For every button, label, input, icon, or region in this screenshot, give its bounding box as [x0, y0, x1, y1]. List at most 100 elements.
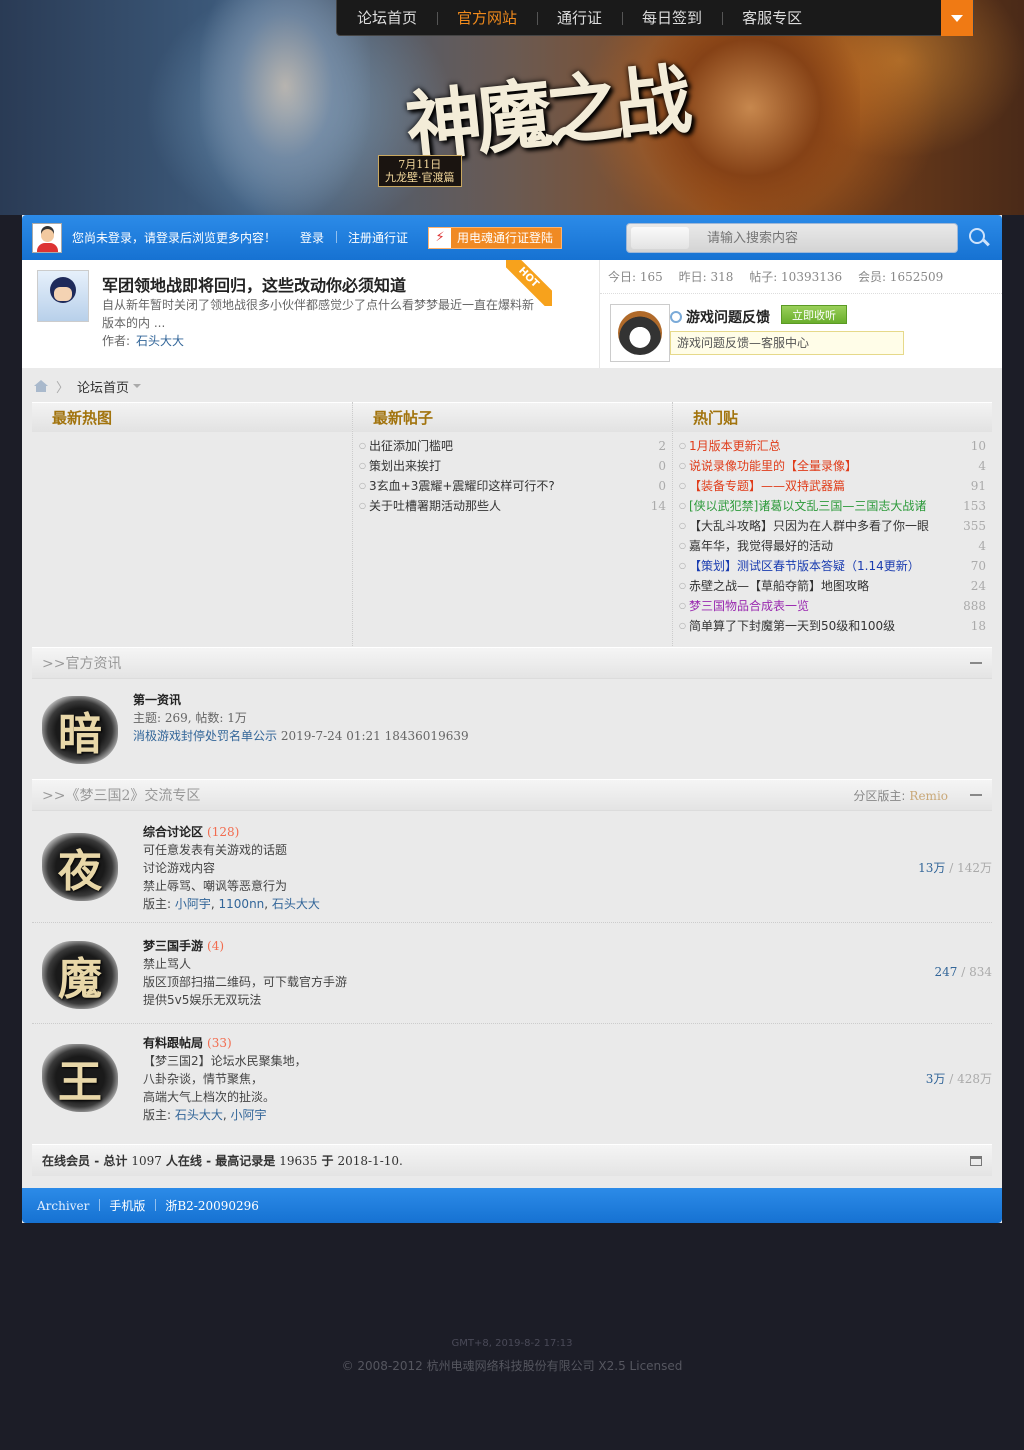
home-icon[interactable] — [34, 380, 48, 392]
post-list-item[interactable]: ○ 关于吐槽署期活动那些人 14 — [359, 496, 666, 516]
hot-post-title[interactable]: 军团领地战即将回归，这些改动你必须知道 — [102, 272, 406, 296]
moderator-link[interactable]: Remio — [909, 789, 948, 803]
online-total-label: - 总计 — [94, 1154, 128, 1168]
post-list-item[interactable]: ○ 【大乱斗攻略】只因为在人群中多看了你一眼 355 — [679, 516, 986, 536]
online-label[interactable]: 在线会员 — [42, 1152, 90, 1169]
post-list-item[interactable]: ○ 简单算了下封魔第一天到50级和100级 18 — [679, 616, 986, 636]
moderator-link[interactable]: 石头大大 — [272, 897, 320, 911]
post-title-link[interactable]: 3玄血+3震耀+震耀印这样可行不? — [369, 476, 626, 496]
breadcrumb-forum-home[interactable]: 论坛首页 — [77, 377, 129, 396]
post-title-link[interactable]: 【大乱斗攻略】只因为在人群中多看了你一眼 — [689, 516, 946, 536]
dz-passport-login-button[interactable]: ⚡ 用电魂通行证登陆 — [428, 226, 563, 249]
search-icon[interactable] — [966, 225, 992, 251]
author-link[interactable]: 石头大大 — [136, 334, 184, 348]
feedback-avatar[interactable] — [610, 304, 670, 362]
moderator-link[interactable]: 1100nn — [219, 897, 265, 911]
post-title-link[interactable]: 简单算了下封魔第一天到50级和100级 — [689, 616, 946, 636]
post-title-link[interactable]: 嘉年华，我觉得最好的活动 — [689, 536, 946, 556]
nav-passport[interactable]: 通行证 — [537, 0, 622, 36]
author-avatar[interactable] — [37, 270, 89, 322]
reply-count: 91 — [970, 479, 986, 493]
forum-icon-ye[interactable]: 夜 — [38, 827, 122, 907]
copyright: © 2008-2012 杭州电魂网络科技股份有限公司 X2.5 Licensed — [341, 1359, 683, 1373]
moderator-link[interactable]: 小阿宇 — [231, 1108, 267, 1122]
post-list-item[interactable]: ○ 出征添加门槛吧 2 — [359, 436, 666, 456]
collapse-icon[interactable] — [970, 662, 982, 664]
stat-today: 今日: 165 — [608, 270, 663, 284]
forum-icon-wang[interactable]: 王 — [38, 1038, 122, 1118]
banner-subtitle: 九龙壁·官渡篇 — [385, 171, 455, 184]
forum-desc-line: 禁止骂人 — [143, 957, 192, 971]
post-title-link[interactable]: 出征添加门槛吧 — [369, 436, 626, 456]
mobile-version-link[interactable]: 手机版 — [99, 1197, 155, 1214]
forum-name[interactable]: 第一资讯 — [133, 691, 181, 708]
forum-name-link[interactable]: 有料跟帖局 — [143, 1036, 203, 1050]
icp-license-link[interactable]: 浙B2-20090296 — [155, 1197, 269, 1214]
post-list-item[interactable]: ○ 嘉年华，我觉得最好的活动 4 — [679, 536, 986, 556]
reply-count: 2 — [658, 439, 666, 453]
bullet-icon: ○ — [359, 461, 366, 470]
post-list-item[interactable]: ○ 赤壁之战—【草船夺箭】地图攻略 24 — [679, 576, 986, 596]
online-on-label: 于 — [321, 1154, 334, 1168]
last-post-link[interactable]: 消极游戏封停处罚名单公示 — [133, 729, 277, 743]
reply-count: 14 — [650, 499, 666, 513]
header-info-panel: 军团领地战即将回归，这些改动你必须知道 自从新年暂时关闭了领地战很多小伙伴都感觉… — [22, 260, 1002, 368]
nav-dropdown-button[interactable] — [941, 0, 973, 36]
post-list-item[interactable]: ○ 【装备专题】——双持武器篇 91 — [679, 476, 986, 496]
forum-name-link[interactable]: 综合讨论区 — [143, 825, 203, 839]
chevron-down-icon[interactable] — [133, 384, 142, 388]
guest-avatar-icon — [32, 222, 62, 253]
post-title-link[interactable]: 【策划】测试区春节版本答疑（1.14更新） — [689, 556, 946, 576]
forum-stats: 今日: 165 昨日: 318 帖子: 10393136 会员: 1652509 — [600, 260, 1002, 294]
post-list-item[interactable]: ○ 1月版本更新汇总 10 — [679, 436, 986, 456]
login-notice: 您尚未登录，请登录后浏览更多内容！ — [72, 231, 277, 245]
nav-official-site[interactable]: 官方网站 — [437, 0, 537, 36]
forum-icon-an[interactable]: 暗 — [38, 690, 122, 770]
hot-posts-column: 热门贴 ○ 1月版本更新汇总 10 ○ 说说录像功能里的【全量录像】 4 ○ 【装备专题】——… — [672, 402, 992, 646]
forum-desc-line: 提供5v5娱乐无双玩法 — [143, 993, 262, 1007]
post-title-link[interactable]: 梦三国物品合成表一览 — [689, 596, 946, 616]
post-list-item[interactable]: ○ 说说录像功能里的【全量录像】 4 — [679, 456, 986, 476]
collapse-icon[interactable] — [970, 794, 982, 796]
feedback-account-name[interactable]: 游戏问题反馈 — [670, 307, 770, 327]
post-title-link[interactable]: 策划出来挨打 — [369, 456, 626, 476]
category-m3-title[interactable]: >>《梦三国2》交流专区 — [42, 785, 200, 805]
nav-forum-home[interactable]: 论坛首页 — [337, 0, 437, 36]
latest-posts-list: ○ 出征添加门槛吧 2 ○ 策划出来挨打 0 ○ 3玄血+3震耀+震耀印这样可行不? 0 ○ 关于吐… — [353, 432, 672, 516]
post-list-item[interactable]: ○ 梦三国物品合成表一览 888 — [679, 596, 986, 616]
last-post-user[interactable]: 18436019639 — [385, 729, 469, 743]
login-link[interactable]: 登录 — [288, 229, 324, 246]
bullet-icon: ○ — [359, 441, 366, 450]
post-list-item[interactable]: ○ [侠以武犯禁]诸葛以文乱三国—三国志大战诸 153 — [679, 496, 986, 516]
follow-button[interactable]: 立即收听 — [781, 305, 847, 324]
archiver-link[interactable]: Archiver — [37, 1199, 99, 1213]
moderator-link[interactable]: 石头大大 — [175, 1108, 223, 1122]
post-title-link[interactable]: 说说录像功能里的【全量录像】 — [689, 456, 946, 476]
hot-post-card[interactable]: 军团领地战即将回归，这些改动你必须知道 自从新年暂时关闭了领地战很多小伙伴都感觉… — [22, 260, 552, 368]
forum-follow-posts: 王 有料跟帖局 (33) 【梦三国2】论坛水民聚集地， 八卦杂谈，情节聚焦， 高端… — [32, 1024, 992, 1132]
post-list-item[interactable]: ○ 策划出来挨打 0 — [359, 456, 666, 476]
forum-desc-line: 八卦杂谈，情节聚焦， — [143, 1072, 264, 1086]
footer-links-bar: Archiver 手机版 浙B2-20090296 — [22, 1188, 1002, 1223]
search-box — [626, 222, 958, 253]
bullet-icon: ○ — [679, 621, 686, 630]
post-title-link[interactable]: 关于吐槽署期活动那些人 — [369, 496, 626, 516]
forum-icon-mo[interactable]: 魔 — [38, 935, 122, 1015]
post-list-item[interactable]: ○ 【策划】测试区春节版本答疑（1.14更新） 70 — [679, 556, 986, 576]
expand-icon[interactable] — [970, 1155, 982, 1166]
register-link[interactable]: 注册通行证 — [336, 229, 408, 246]
post-count: 142万 — [957, 861, 992, 875]
forum-name-link[interactable]: 梦三国手游 — [143, 939, 203, 953]
moderator-link[interactable]: 小阿宇 — [175, 897, 211, 911]
post-title-link[interactable]: [侠以武犯禁]诸葛以文乱三国—三国志大战诸 — [689, 496, 946, 516]
reply-count: 4 — [978, 539, 986, 553]
search-type-select[interactable] — [631, 226, 689, 249]
category-official-title[interactable]: >>官方资讯 — [42, 653, 121, 673]
post-title-link[interactable]: 【装备专题】——双持武器篇 — [689, 476, 946, 496]
post-title-link[interactable]: 赤壁之战—【草船夺箭】地图攻略 — [689, 576, 946, 596]
search-input[interactable] — [707, 230, 947, 245]
post-title-link[interactable]: 1月版本更新汇总 — [689, 436, 946, 456]
nav-daily-checkin[interactable]: 每日签到 — [622, 0, 722, 36]
nav-customer-service[interactable]: 客服专区 — [722, 0, 822, 36]
post-list-item[interactable]: ○ 3玄血+3震耀+震耀印这样可行不? 0 — [359, 476, 666, 496]
